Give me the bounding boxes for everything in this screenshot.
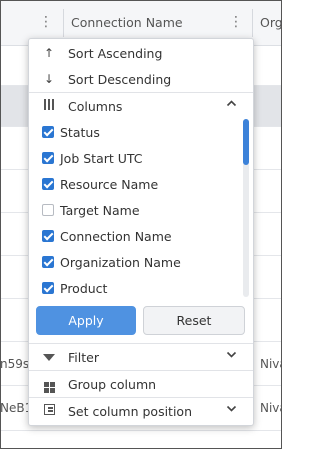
column-toggle-product[interactable]: Product: [29, 275, 239, 299]
checkbox-checked[interactable]: [42, 152, 54, 164]
column-toggle-organization-name[interactable]: Organization Name: [29, 249, 239, 275]
set-column-position-item[interactable]: Set column position: [29, 398, 253, 424]
chevron-down-icon[interactable]: [226, 403, 237, 417]
checkbox-checked[interactable]: [42, 256, 54, 268]
chevron-up-icon[interactable]: [226, 98, 237, 112]
sort-ascending-item[interactable]: ↑ Sort Ascending: [29, 40, 253, 66]
column-divider: [252, 9, 253, 37]
filter-item[interactable]: Filter: [29, 344, 253, 370]
column-toggle-resource-name[interactable]: Resource Name: [29, 171, 239, 197]
group-column-item[interactable]: Group column: [29, 371, 253, 397]
column-toggle-status[interactable]: Status: [29, 119, 239, 145]
column-toggle-label: Organization Name: [60, 254, 181, 270]
list-icon: [42, 404, 56, 418]
column-toggle-label: Resource Name: [60, 176, 159, 192]
arrow-down-icon: ↓: [43, 72, 55, 86]
column-toggle-label: Job Start UTC: [60, 150, 143, 166]
column-toggle-label: Status: [60, 124, 100, 140]
column-toggle-job-start-utc[interactable]: Job Start UTC: [29, 145, 239, 171]
columns-label: Columns: [68, 98, 123, 114]
columns-icon: [42, 99, 56, 113]
column-toggle-label: Connection Name: [60, 228, 172, 244]
column-toggle-label: Target Name: [60, 202, 140, 218]
connection-column-menu-kebab-icon[interactable]: ⋮: [229, 15, 243, 29]
column-toggle-connection-name[interactable]: Connection Name: [29, 223, 239, 249]
header-organization-name[interactable]: Orga: [260, 15, 281, 30]
sort-ascending-label: Sort Ascending: [68, 45, 163, 61]
column-divider: [63, 9, 64, 37]
chevron-down-icon[interactable]: [226, 349, 237, 363]
checkbox-checked[interactable]: [42, 178, 54, 190]
columns-section-header[interactable]: Columns: [29, 93, 253, 119]
columns-checkbox-list[interactable]: Status Job Start UTC Resource Name Targe…: [29, 119, 253, 299]
column-menu-kebab-icon[interactable]: ⋮: [39, 15, 53, 29]
checkbox-checked[interactable]: [42, 282, 54, 294]
group-grid-icon: [42, 376, 56, 393]
reset-button[interactable]: Reset: [143, 306, 245, 335]
checkbox-unchecked[interactable]: [42, 204, 54, 216]
group-column-label: Group column: [68, 376, 157, 392]
checkbox-checked[interactable]: [42, 126, 54, 138]
apply-button[interactable]: Apply: [36, 306, 136, 335]
filter-label: Filter: [68, 349, 99, 365]
arrow-up-icon: ↑: [43, 46, 55, 60]
sort-descending-item[interactable]: ↓ Sort Descending: [29, 66, 253, 92]
column-toggle-label: Product: [60, 280, 108, 296]
cell-organization-name: Niva: [260, 357, 281, 371]
set-column-position-label: Set column position: [68, 403, 192, 419]
columns-scrollbar-thumb[interactable]: [243, 119, 249, 165]
sort-descending-label: Sort Descending: [68, 71, 172, 87]
cell-organization-name: Niva: [260, 401, 281, 415]
column-menu-popup: ↑ Sort Ascending ↓ Sort Descending Colum…: [28, 38, 254, 426]
filter-icon: [42, 350, 56, 364]
checkbox-checked[interactable]: [42, 230, 54, 242]
header-connection-name[interactable]: Connection Name: [71, 15, 183, 30]
column-toggle-target-name[interactable]: Target Name: [29, 197, 239, 223]
